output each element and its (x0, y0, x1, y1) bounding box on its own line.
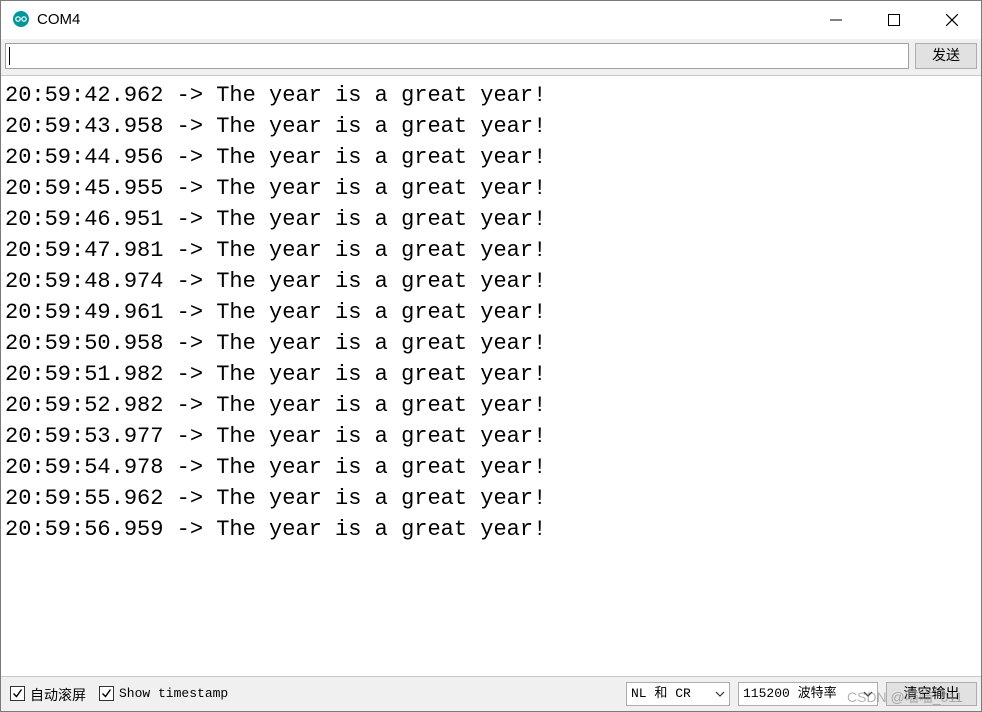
output-line: 20:59:48.974 -> The year is a great year… (5, 269, 547, 294)
text-caret (9, 47, 10, 65)
output-line: 20:59:43.958 -> The year is a great year… (5, 114, 547, 139)
line-ending-value: NL 和 CR (631, 686, 691, 701)
title-bar[interactable]: COM4 (1, 1, 981, 39)
output-line: 20:59:50.958 -> The year is a great year… (5, 331, 547, 356)
output-line: 20:59:55.962 -> The year is a great year… (5, 486, 547, 511)
output-line: 20:59:44.956 -> The year is a great year… (5, 145, 547, 170)
serial-monitor-window: COM4 发送 20:59:42.962 -> The year is a gr… (0, 0, 982, 712)
show-timestamp-label[interactable]: Show timestamp (119, 686, 228, 701)
baud-rate-value: 115200 波特率 (743, 686, 837, 701)
autoscroll-checkbox[interactable] (10, 686, 25, 701)
minimize-icon (830, 19, 842, 21)
autoscroll-label[interactable]: 自动滚屏 (30, 685, 86, 705)
line-ending-select[interactable]: NL 和 CR (626, 682, 730, 706)
output-line: 20:59:51.982 -> The year is a great year… (5, 362, 547, 387)
send-input[interactable] (5, 43, 909, 69)
checkmark-icon (13, 689, 23, 698)
show-timestamp-checkbox[interactable] (99, 686, 114, 701)
window-title: COM4 (37, 11, 81, 28)
output-line: 20:59:53.977 -> The year is a great year… (5, 424, 547, 449)
output-line: 20:59:46.951 -> The year is a great year… (5, 207, 547, 232)
baud-rate-select[interactable]: 115200 波特率 (738, 682, 878, 706)
chevron-down-icon (715, 691, 725, 697)
arduino-icon (13, 11, 29, 27)
checkmark-icon (102, 689, 112, 698)
serial-output[interactable]: 20:59:42.962 -> The year is a great year… (1, 75, 981, 677)
send-row: 发送 (1, 39, 981, 75)
chevron-down-icon (863, 691, 873, 697)
close-button[interactable] (923, 1, 981, 39)
clear-output-button[interactable]: 清空输出 (886, 682, 977, 706)
status-bar: 自动滚屏 Show timestamp NL 和 CR 115200 波特率 清… (1, 677, 981, 711)
output-line: 20:59:47.981 -> The year is a great year… (5, 238, 547, 263)
minimize-button[interactable] (807, 1, 865, 39)
output-line: 20:59:42.962 -> The year is a great year… (5, 83, 547, 108)
output-line: 20:59:52.982 -> The year is a great year… (5, 393, 547, 418)
output-line: 20:59:54.978 -> The year is a great year… (5, 455, 547, 480)
maximize-icon (888, 14, 900, 26)
send-button[interactable]: 发送 (915, 43, 977, 69)
close-icon (946, 14, 958, 26)
maximize-button[interactable] (865, 1, 923, 39)
output-line: 20:59:56.959 -> The year is a great year… (5, 517, 547, 542)
output-line: 20:59:45.955 -> The year is a great year… (5, 176, 547, 201)
output-line: 20:59:49.961 -> The year is a great year… (5, 300, 547, 325)
